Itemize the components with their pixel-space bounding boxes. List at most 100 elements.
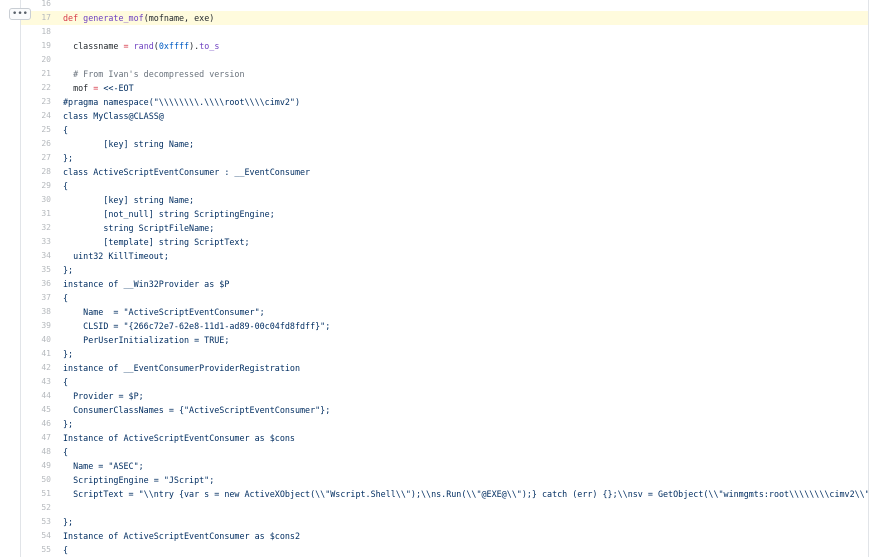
line-number[interactable]: 40 [21, 333, 63, 347]
line-number[interactable]: 21 [21, 67, 63, 81]
code-token: # From Ivan's decompressed version [63, 69, 245, 79]
code-text: Name = "ASEC"; [63, 459, 144, 473]
line-number[interactable]: 49 [21, 459, 63, 473]
code-token: ScriptText = "\\ntry {var s = new Active… [63, 489, 869, 499]
code-token: }; [63, 517, 74, 527]
line-number[interactable]: 41 [21, 347, 63, 361]
code-line: 28 class ActiveScriptEventConsumer : __Ev… [21, 165, 868, 179]
line-number[interactable]: 50 [21, 473, 63, 487]
line-number[interactable]: 46 [21, 417, 63, 431]
code-token: class MyClass@CLASS@ [63, 111, 164, 121]
line-number[interactable]: 32 [21, 221, 63, 235]
line-number[interactable]: 42 [21, 361, 63, 375]
code-line: 50 ScriptingEngine = "JScript"; [21, 473, 868, 487]
code-line: 17 def generate_mof(mofname, exe) [21, 11, 868, 25]
code-token: Instance of ActiveScriptEventConsumer as… [63, 531, 300, 541]
line-number[interactable]: 25 [21, 123, 63, 137]
code-line: 40 PerUserInitialization = TRUE; [21, 333, 868, 347]
code-text: }; [63, 263, 73, 277]
code-token: (mofname, exe) [143, 13, 215, 23]
code-line: 49 Name = "ASEC"; [21, 459, 868, 473]
code-text: class ActiveScriptEventConsumer : __Even… [63, 165, 310, 179]
line-number[interactable]: 48 [21, 445, 63, 459]
code-line: 19 classname = rand(0xffff).to_s [21, 39, 868, 53]
line-number[interactable]: 36 [21, 277, 63, 291]
code-line: 45 ConsumerClassNames = {"ActiveScriptEv… [21, 403, 868, 417]
code-line: 55{ [21, 543, 868, 557]
code-text: classname = rand(0xffff).to_s [63, 39, 219, 53]
line-number[interactable]: 31 [21, 207, 63, 221]
code-token: [key] string Name; [63, 195, 195, 205]
line-number[interactable]: 27 [21, 151, 63, 165]
line-number[interactable]: 52 [21, 501, 63, 515]
code-line: 47 Instance of ActiveScriptEventConsumer … [21, 431, 868, 445]
code-token: { [63, 293, 69, 303]
code-text: uint32 KillTimeout; [63, 249, 169, 263]
code-token: Instance of ActiveScriptEventConsumer as… [63, 433, 295, 443]
code-token: }; [63, 419, 74, 429]
code-token: { [63, 377, 69, 387]
code-line: 26 [key] string Name; [21, 137, 868, 151]
code-line: 30 [key] string Name; [21, 193, 868, 207]
code-text: Instance of ActiveScriptEventConsumer as… [63, 431, 295, 445]
code-line: 43{ [21, 375, 868, 389]
code-line: 44 Provider = $P; [21, 389, 868, 403]
line-number[interactable]: 22 [21, 81, 63, 95]
code-text: instance of __EventConsumerProviderRegis… [63, 361, 300, 375]
code-line: 54 Instance of ActiveScriptEventConsumer … [21, 529, 868, 543]
code-line: 51 ScriptText = "\\ntry {var s = new Act… [21, 487, 868, 501]
line-number[interactable]: 20 [21, 53, 63, 67]
line-number[interactable]: 53 [21, 515, 63, 529]
code-line: 23 #pragma namespace("\\\\\\\\.\\\\root\\… [21, 95, 868, 109]
code-line: 35}; [21, 263, 868, 277]
line-number[interactable]: 38 [21, 305, 63, 319]
line-number[interactable]: 51 [21, 487, 63, 501]
code-text: Provider = $P; [63, 389, 144, 403]
line-number[interactable]: 35 [21, 263, 63, 277]
line-number[interactable]: 18 [21, 25, 63, 39]
line-number[interactable]: 23 [21, 95, 63, 109]
line-number[interactable]: 33 [21, 235, 63, 249]
code-token: 0xffff [158, 41, 190, 51]
line-number[interactable]: 47 [21, 431, 63, 445]
line-number[interactable]: 26 [21, 137, 63, 151]
line-number[interactable]: 44 [21, 389, 63, 403]
line-number[interactable]: 39 [21, 319, 63, 333]
code-token: Name = "ActiveScriptEventConsumer"; [63, 307, 265, 317]
code-token: }; [63, 153, 74, 163]
line-number[interactable]: 54 [21, 529, 63, 543]
line-number[interactable]: 55 [21, 543, 63, 557]
line-number[interactable]: 19 [21, 39, 63, 53]
code-token: instance of __Win32Provider as $P [63, 279, 230, 289]
code-token: rand [133, 41, 154, 51]
code-token: [not_null] string ScriptingEngine; [63, 209, 275, 219]
code-token: classname [63, 41, 124, 51]
line-number[interactable]: 29 [21, 179, 63, 193]
code-text: PerUserInitialization = TRUE; [63, 333, 229, 347]
code-token: { [63, 125, 69, 135]
line-number[interactable]: 43 [21, 375, 63, 389]
code-token: }; [63, 265, 74, 275]
line-number[interactable]: 24 [21, 109, 63, 123]
code-text: CLSID = "{266c72e7-62e8-11d1-ad89-00c04f… [63, 319, 330, 333]
line-number[interactable]: 30 [21, 193, 63, 207]
line-number[interactable]: 28 [21, 165, 63, 179]
more-options-button[interactable]: ••• [9, 8, 31, 20]
code-text: ConsumerClassNames = {"ActiveScriptEvent… [63, 403, 330, 417]
code-line: 18 [21, 25, 868, 39]
code-token: generate_mof [83, 13, 144, 23]
code-text: { [63, 375, 68, 389]
code-line: 33 [template] string ScriptText; [21, 235, 868, 249]
code-text: def generate_mof(mofname, exe) [63, 11, 214, 25]
code-text: { [63, 291, 68, 305]
line-number[interactable]: 34 [21, 249, 63, 263]
line-number[interactable]: 37 [21, 291, 63, 305]
code-text: }; [63, 515, 73, 529]
code-text: }; [63, 347, 73, 361]
code-token: }; [63, 349, 74, 359]
code-token: <<-EOT [103, 83, 134, 93]
line-number[interactable]: 45 [21, 403, 63, 417]
code-token: Provider = $P; [63, 391, 144, 401]
code-line: 41}; [21, 347, 868, 361]
code-line: 46}; [21, 417, 868, 431]
